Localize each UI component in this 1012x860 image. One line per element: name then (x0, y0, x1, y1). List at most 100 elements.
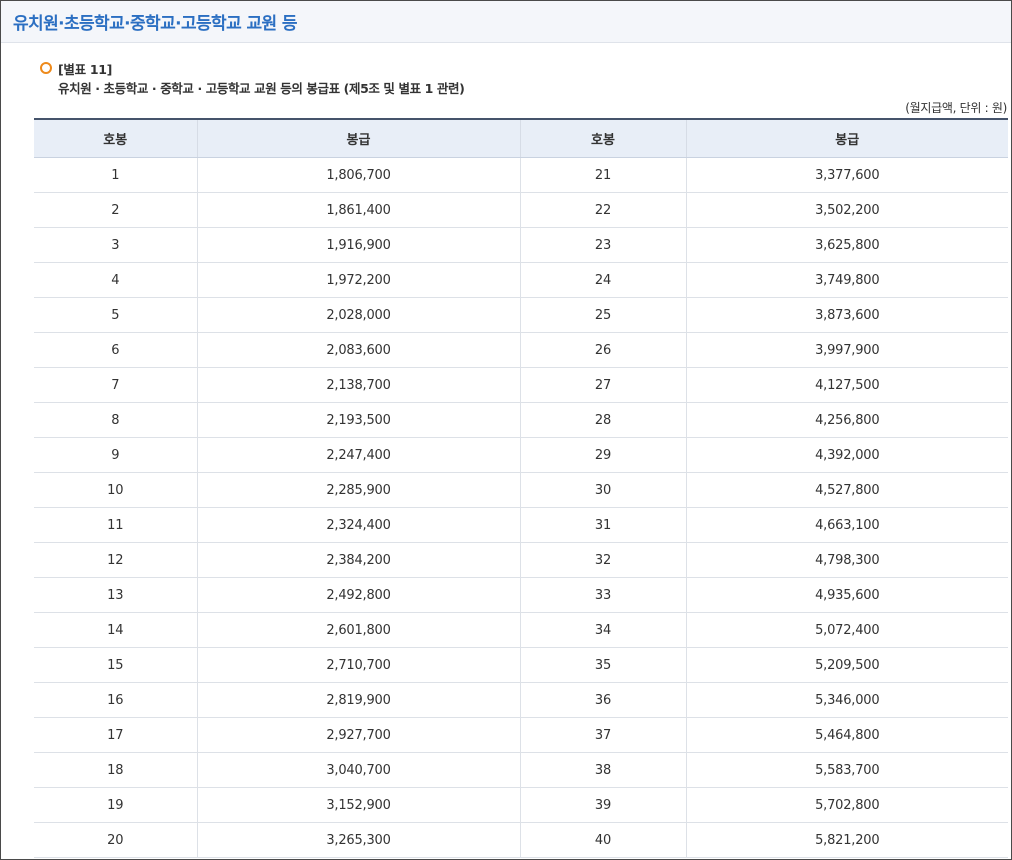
salary-cell: 3,152,900 (196, 787, 520, 823)
grade-cell: 23 (519, 227, 686, 263)
salary-cell: 2,324,400 (196, 507, 520, 543)
salary-cell: 3,040,700 (196, 752, 520, 788)
title-bar: 유치원·초등학교·중학교·고등학교 교원 등 (1, 1, 1011, 43)
table-row: 2 1,861,400 22 3,502,200 (34, 192, 1008, 228)
grade-cell: 37 (519, 717, 686, 753)
salary-cell: 2,193,500 (196, 402, 520, 438)
salary-cell: 2,028,000 (196, 297, 520, 333)
grade-cell: 40 (519, 822, 686, 858)
salary-table: 호봉 봉급 호봉 봉급 1 1,806,700 21 3,377,600 2 1,861,… (34, 118, 1008, 858)
table-row: 6 2,083,600 26 3,997,900 (34, 332, 1008, 368)
table-row: 17 2,927,700 37 5,464,800 (34, 717, 1008, 753)
salary-cell: 1,806,700 (196, 157, 520, 193)
salary-cell: 2,601,800 (196, 612, 520, 648)
table-row: 1 1,806,700 21 3,377,600 (34, 157, 1008, 193)
grade-cell: 18 (34, 752, 197, 788)
salary-cell: 2,492,800 (196, 577, 520, 613)
grade-cell: 30 (519, 472, 686, 508)
note-description: 유치원 · 초등학교 · 중학교 · 고등학교 교원 등의 봉급표 (제5조 및… (58, 81, 465, 96)
salary-cell: 2,083,600 (196, 332, 520, 368)
salary-cell: 2,819,900 (196, 682, 520, 718)
grade-cell: 2 (34, 192, 197, 228)
grade-cell: 20 (34, 822, 197, 858)
salary-cell: 5,346,000 (685, 682, 1008, 718)
grade-cell: 5 (34, 297, 197, 333)
table-row: 5 2,028,000 25 3,873,600 (34, 297, 1008, 333)
grade-cell: 27 (519, 367, 686, 403)
table-row: 10 2,285,900 30 4,527,800 (34, 472, 1008, 508)
grade-cell: 34 (519, 612, 686, 648)
grade-cell: 36 (519, 682, 686, 718)
grade-cell: 1 (34, 157, 197, 193)
salary-cell: 2,710,700 (196, 647, 520, 683)
salary-cell: 4,256,800 (685, 402, 1008, 438)
salary-cell: 5,464,800 (685, 717, 1008, 753)
header-salary-2: 봉급 (685, 119, 1008, 158)
salary-cell: 1,972,200 (196, 262, 520, 298)
salary-cell: 5,583,700 (685, 752, 1008, 788)
table-row: 19 3,152,900 39 5,702,800 (34, 787, 1008, 823)
grade-cell: 33 (519, 577, 686, 613)
grade-cell: 26 (519, 332, 686, 368)
grade-cell: 32 (519, 542, 686, 578)
note-heading: [별표 11] (34, 60, 1007, 77)
table-row: 3 1,916,900 23 3,625,800 (34, 227, 1008, 263)
salary-cell: 5,209,500 (685, 647, 1008, 683)
table-row: 18 3,040,700 38 5,583,700 (34, 752, 1008, 788)
grade-cell: 3 (34, 227, 197, 263)
salary-cell: 5,821,200 (685, 822, 1008, 858)
grade-cell: 14 (34, 612, 197, 648)
grade-cell: 25 (519, 297, 686, 333)
note-label: [별표 11] (58, 61, 113, 77)
table-body: 1 1,806,700 21 3,377,600 2 1,861,400 22 3,502,2… (34, 157, 1008, 858)
salary-cell: 2,138,700 (196, 367, 520, 403)
table-row: 12 2,384,200 32 4,798,300 (34, 542, 1008, 578)
salary-cell: 3,502,200 (685, 192, 1008, 228)
grade-cell: 13 (34, 577, 197, 613)
table-row: 13 2,492,800 33 4,935,600 (34, 577, 1008, 613)
grade-cell: 9 (34, 437, 197, 473)
salary-cell: 3,873,600 (685, 297, 1008, 333)
table-row: 7 2,138,700 27 4,127,500 (34, 367, 1008, 403)
page-frame: 유치원·초등학교·중학교·고등학교 교원 등 [별표 11] 유치원 · 초등학… (0, 0, 1012, 860)
circle-bullet-icon (40, 62, 52, 74)
salary-cell: 3,377,600 (685, 157, 1008, 193)
salary-cell: 4,663,100 (685, 507, 1008, 543)
salary-cell: 2,384,200 (196, 542, 520, 578)
table-row: 14 2,601,800 34 5,072,400 (34, 612, 1008, 648)
table-row: 16 2,819,900 36 5,346,000 (34, 682, 1008, 718)
salary-cell: 3,625,800 (685, 227, 1008, 263)
table-row: 11 2,324,400 31 4,663,100 (34, 507, 1008, 543)
header-grade-1: 호봉 (34, 119, 197, 158)
grade-cell: 17 (34, 717, 197, 753)
salary-cell: 3,997,900 (685, 332, 1008, 368)
salary-cell: 3,749,800 (685, 262, 1008, 298)
salary-cell: 1,861,400 (196, 192, 520, 228)
header-grade-2: 호봉 (519, 119, 686, 158)
header-salary-1: 봉급 (196, 119, 520, 158)
grade-cell: 19 (34, 787, 197, 823)
salary-cell: 4,798,300 (685, 542, 1008, 578)
grade-cell: 22 (519, 192, 686, 228)
table-row: 20 3,265,300 40 5,821,200 (34, 822, 1008, 858)
salary-cell: 3,265,300 (196, 822, 520, 858)
grade-cell: 31 (519, 507, 686, 543)
grade-cell: 4 (34, 262, 197, 298)
grade-cell: 35 (519, 647, 686, 683)
grade-cell: 38 (519, 752, 686, 788)
salary-cell: 4,127,500 (685, 367, 1008, 403)
salary-cell: 4,392,000 (685, 437, 1008, 473)
salary-cell: 4,527,800 (685, 472, 1008, 508)
salary-cell: 1,916,900 (196, 227, 520, 263)
grade-cell: 12 (34, 542, 197, 578)
grade-cell: 24 (519, 262, 686, 298)
grade-cell: 8 (34, 402, 197, 438)
unit-label: (월지급액, 단위 : 원) (905, 101, 1007, 115)
grade-cell: 6 (34, 332, 197, 368)
grade-cell: 7 (34, 367, 197, 403)
table-row: 4 1,972,200 24 3,749,800 (34, 262, 1008, 298)
salary-cell: 5,702,800 (685, 787, 1008, 823)
table-header-row: 호봉 봉급 호봉 봉급 (34, 119, 1008, 158)
salary-cell: 4,935,600 (685, 577, 1008, 613)
grade-cell: 28 (519, 402, 686, 438)
